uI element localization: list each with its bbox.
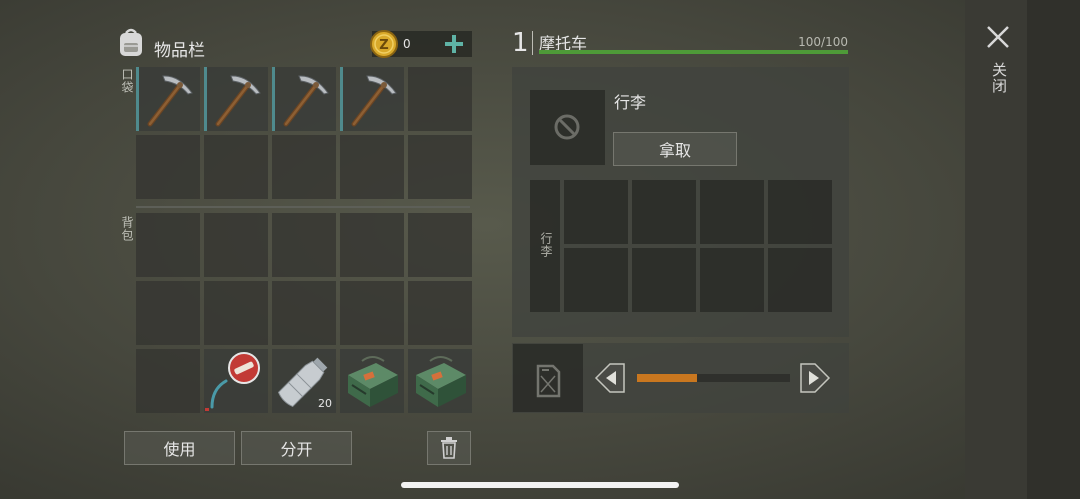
trash-icon	[441, 437, 457, 459]
ammo-box-icon	[348, 356, 398, 407]
durability-bar-fill	[539, 50, 848, 54]
pocket-slot-9[interactable]	[340, 135, 404, 199]
backpack-slot-10[interactable]	[408, 281, 472, 345]
backpack-slot-8[interactable]	[272, 281, 336, 345]
luggage-grid-label: 行李	[539, 232, 553, 258]
close-icon	[987, 26, 1009, 48]
split-button[interactable]: 分开	[241, 431, 352, 465]
pickaxe-icon	[283, 75, 329, 127]
pocket-slot-2[interactable]	[204, 67, 268, 131]
fuel-bar-fill	[637, 374, 697, 382]
vehicle-level: 1	[512, 28, 529, 58]
stop-sign-icon	[205, 352, 260, 411]
pocket-slot-6[interactable]	[136, 135, 200, 199]
backpack-slot-1[interactable]	[136, 213, 200, 277]
luggage-grid-slot-5[interactable]	[564, 248, 628, 312]
backpack-slot-2[interactable]	[204, 213, 268, 277]
backpack-icon	[116, 26, 146, 58]
pickaxe-icon	[147, 75, 193, 127]
luggage-title: 行李	[614, 93, 647, 112]
coin-count: 0	[403, 37, 411, 51]
fuel-bar-track	[637, 374, 790, 382]
plus-icon	[445, 35, 463, 53]
luggage-grid-slot-7[interactable]	[700, 248, 764, 312]
backpack-slot-6[interactable]	[136, 281, 200, 345]
luggage-grid-slot-6[interactable]	[632, 248, 696, 312]
use-button[interactable]: 使用	[124, 431, 235, 465]
close-button[interactable]	[985, 24, 1011, 50]
luggage-grid-slot-3[interactable]	[700, 180, 764, 244]
backpack-slot-4[interactable]	[340, 213, 404, 277]
luggage-grid-slot-4[interactable]	[768, 180, 832, 244]
backpack-slot-14[interactable]	[340, 349, 404, 413]
luggage-slot[interactable]	[530, 90, 605, 165]
backpack-label: 背包	[120, 216, 134, 242]
home-indicator[interactable]	[401, 482, 679, 488]
luggage-grid-slot-2[interactable]	[632, 180, 696, 244]
pickaxe-icon	[351, 75, 397, 127]
luggage-grid-slot-8[interactable]	[768, 248, 832, 312]
empty-slot-icon	[554, 114, 580, 140]
inventory-title: 物品栏	[154, 41, 205, 61]
backpack-slot-12[interactable]	[204, 349, 268, 413]
backpack-slot-15[interactable]	[408, 349, 472, 413]
pocket-slot-1[interactable]	[136, 67, 200, 131]
pocket-slot-10[interactable]	[408, 135, 472, 199]
pocket-slot-7[interactable]	[204, 135, 268, 199]
pocket-slot-8[interactable]	[272, 135, 336, 199]
pocket-slot-3[interactable]	[272, 67, 336, 131]
arrow-left-icon	[594, 363, 625, 393]
pocket-slot-4[interactable]	[340, 67, 404, 131]
backpack-slot-9[interactable]	[340, 281, 404, 345]
vehicle-divider	[532, 31, 533, 55]
backpack-slot-11[interactable]	[136, 349, 200, 413]
section-divider	[136, 206, 470, 208]
ammo-box-icon	[416, 356, 466, 407]
arrow-right-icon	[800, 363, 831, 393]
backpack-slot-13[interactable]: 20	[272, 349, 336, 413]
backpack-slot-3[interactable]	[272, 213, 336, 277]
take-button[interactable]: 拿取	[613, 132, 737, 166]
pickaxe-icon	[215, 75, 261, 127]
fuel-slot[interactable]	[513, 344, 583, 412]
fuel-increase-button[interactable]	[799, 362, 831, 394]
side-strip-inner	[1027, 0, 1080, 499]
side-strip	[965, 0, 1080, 499]
backpack-slot-5[interactable]	[408, 213, 472, 277]
pockets-label: 口袋	[120, 68, 134, 94]
vehicle-durability-text: 100/100	[798, 35, 848, 49]
close-label[interactable]: 关闭	[989, 62, 1010, 94]
svg-text:Z: Z	[379, 38, 388, 53]
fuel-decrease-button[interactable]	[594, 362, 626, 394]
pocket-slot-5[interactable]	[408, 67, 472, 131]
backpack-slot-7[interactable]	[204, 281, 268, 345]
luggage-grid-slot-1[interactable]	[564, 180, 628, 244]
add-coins-button[interactable]	[443, 33, 465, 55]
trash-button[interactable]	[427, 431, 471, 465]
jerrycan-icon	[536, 364, 561, 398]
water-bottle-qty: 20	[318, 397, 332, 410]
coin-icon: Z	[369, 29, 399, 59]
durability-bar-track	[539, 50, 848, 54]
